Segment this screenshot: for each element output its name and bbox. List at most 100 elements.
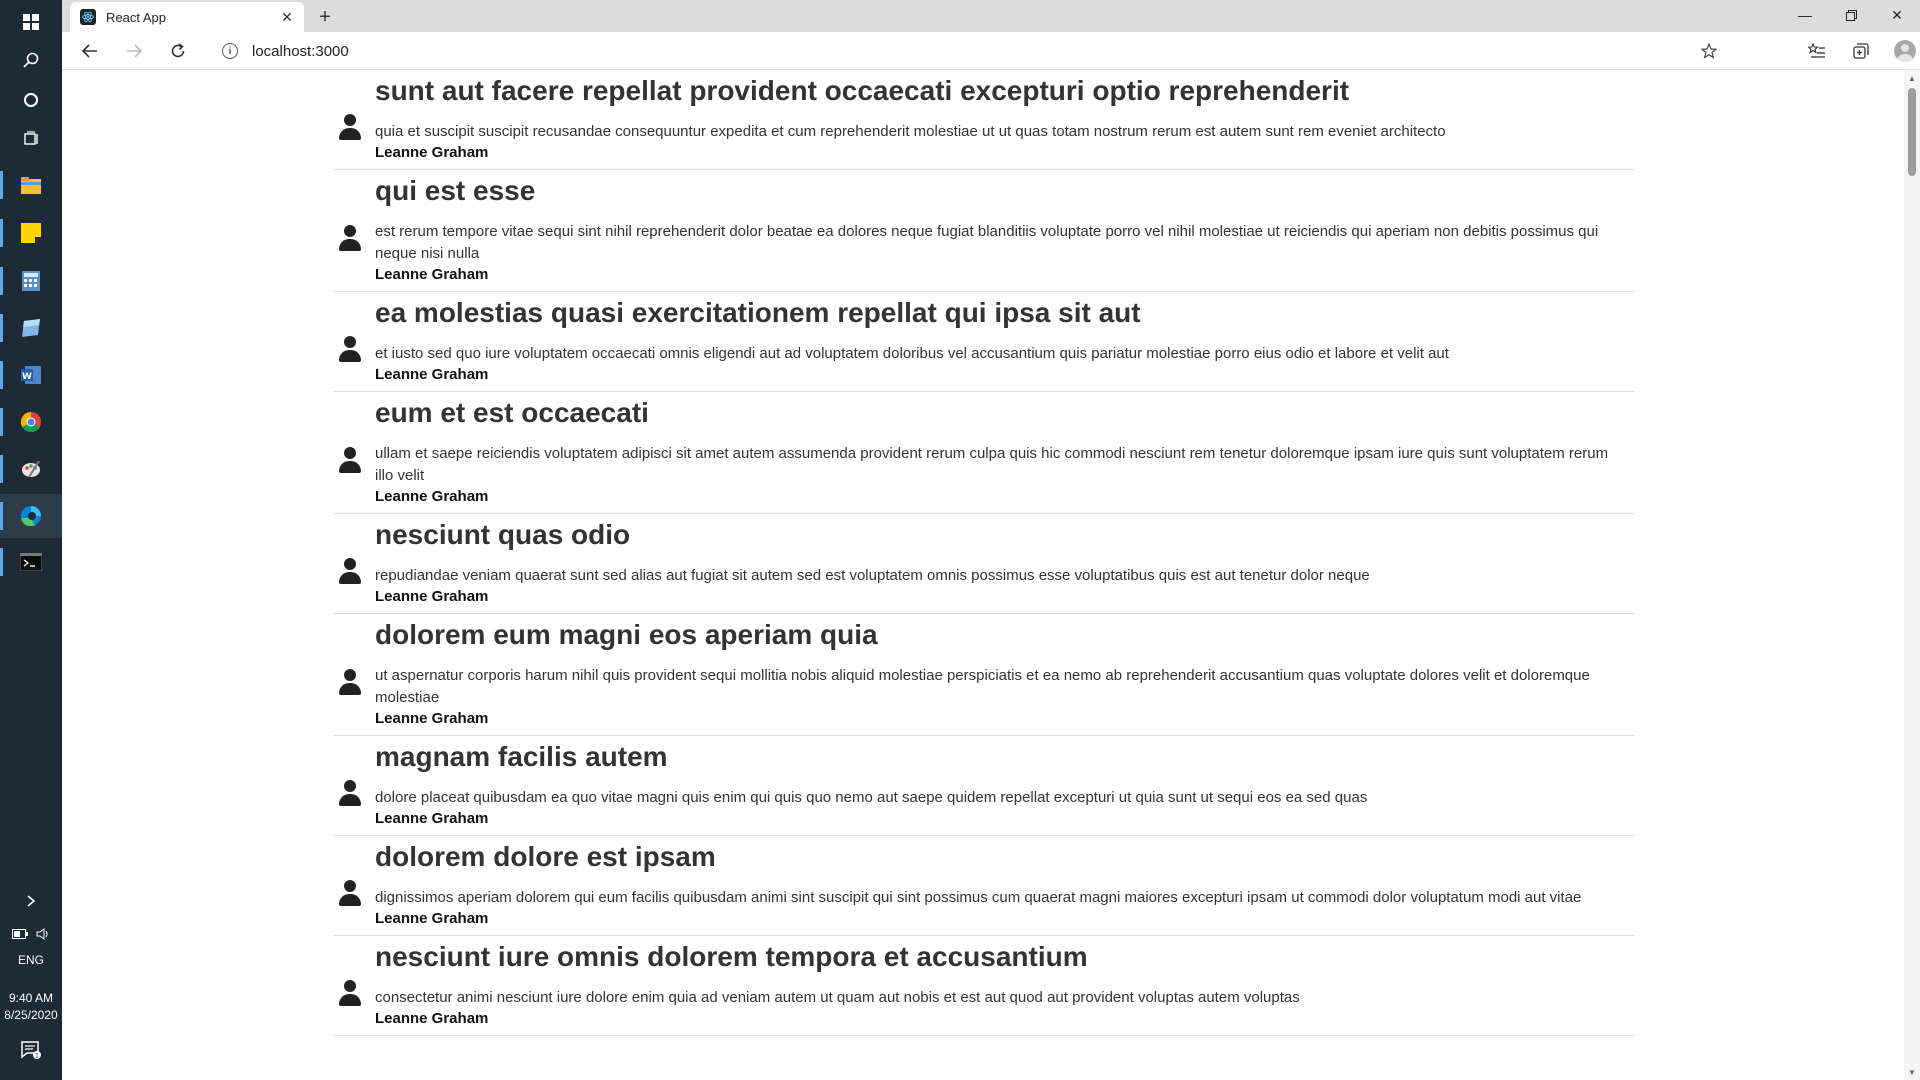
- user-icon: [338, 779, 362, 806]
- taskbar-terminal[interactable]: [0, 540, 62, 584]
- scroll-down-icon[interactable]: ▼: [1904, 1064, 1920, 1080]
- close-icon: ✕: [1891, 6, 1903, 23]
- taskbar-calculator[interactable]: [0, 259, 62, 303]
- post-body: ullam et saepe reiciendis voluptatem adi…: [375, 445, 1609, 484]
- battery-icon[interactable]: [12, 929, 28, 939]
- refresh-button[interactable]: [162, 36, 194, 66]
- post-item: nesciunt quas odio repudiandae veniam qua…: [334, 514, 1634, 614]
- volume-icon[interactable]: [36, 928, 50, 940]
- minimize-icon: —: [1798, 7, 1812, 23]
- action-center-button[interactable]: 1: [0, 1030, 62, 1070]
- user-icon: [338, 557, 362, 584]
- minimize-button[interactable]: —: [1782, 0, 1828, 30]
- arrow-left-icon: [82, 44, 97, 58]
- calculator-icon: [22, 271, 40, 291]
- taskbar-app[interactable]: [0, 306, 62, 350]
- post-body: ut aspernatur corporis harum nihil quis …: [375, 667, 1590, 706]
- post-title: nesciunt iure omnis dolorem tempora et a…: [375, 941, 1088, 972]
- sticky-note-icon: [21, 223, 41, 243]
- post-body: quia et suscipit suscipit recusandae con…: [375, 123, 1446, 140]
- post-item: qui est esse est rerum tempore vitae sequ…: [334, 170, 1634, 292]
- tab-react-app[interactable]: React App ✕: [70, 2, 304, 32]
- forward-button[interactable]: [118, 36, 150, 66]
- post-author: Leanne Graham: [375, 1010, 489, 1027]
- post-body: dolore placeat quibusdam ea quo vitae ma…: [375, 789, 1368, 806]
- collections-button[interactable]: [1844, 36, 1878, 66]
- new-tab-button[interactable]: +: [312, 4, 338, 30]
- taskbar: W ENG 9:40 AM 8/25/2020 1: [0, 0, 62, 1080]
- post-body: est rerum tempore vitae sequi sint nihil…: [375, 223, 1599, 262]
- paint-palette-icon: [22, 460, 40, 478]
- notification-icon: 1: [21, 1041, 41, 1059]
- user-icon: [338, 446, 362, 473]
- favorites-button[interactable]: [1800, 36, 1834, 66]
- clock-date[interactable]: 8/25/2020: [0, 1007, 62, 1023]
- taskbar-chrome[interactable]: [0, 400, 62, 444]
- arrow-right-icon: [127, 44, 142, 58]
- user-icon: [338, 979, 362, 1006]
- taskbar-sticky-notes[interactable]: [0, 211, 62, 255]
- star-icon: [1701, 43, 1717, 59]
- post-author: Leanne Graham: [375, 366, 489, 383]
- user-icon: [338, 668, 362, 695]
- browser-window: React App ✕ + — ✕ i localhost:3000 sunt …: [62, 0, 1920, 1080]
- input-language[interactable]: ENG: [0, 952, 62, 968]
- scroll-up-icon[interactable]: ▲: [1904, 70, 1920, 86]
- screen: W ENG 9:40 AM 8/25/2020 1 React App ✕ + …: [0, 0, 1920, 1080]
- info-icon[interactable]: i: [222, 43, 238, 59]
- taskbar-paint[interactable]: [0, 447, 62, 491]
- post-item: dolorem dolore est ipsam dignissimos aper…: [334, 836, 1634, 936]
- favorites-list-icon: [1808, 43, 1825, 58]
- user-icon: [338, 224, 362, 251]
- favorite-button[interactable]: [1692, 36, 1726, 66]
- profile-button[interactable]: [1888, 36, 1920, 66]
- post-body: et iusto sed quo iure voluptatem occaeca…: [375, 345, 1449, 362]
- task-view-icon: [24, 131, 38, 145]
- post-title: dolorem eum magni eos aperiam quia: [375, 619, 878, 650]
- tab-close-icon[interactable]: ✕: [278, 9, 296, 26]
- post-author: Leanne Graham: [375, 810, 489, 827]
- edge-icon: [21, 506, 41, 526]
- post-author: Leanne Graham: [375, 710, 489, 727]
- scrollbar-thumb[interactable]: [1908, 88, 1916, 176]
- post-author: Leanne Graham: [375, 910, 489, 927]
- post-author: Leanne Graham: [375, 144, 489, 161]
- cortana-icon: [24, 93, 38, 107]
- post-item: sunt aut facere repellat provident occae…: [334, 70, 1634, 170]
- system-tray: [12, 926, 52, 942]
- refresh-icon: [171, 43, 185, 58]
- post-body: repudiandae veniam quaerat sunt sed alia…: [375, 567, 1370, 584]
- post-author: Leanne Graham: [375, 266, 489, 283]
- post-author: Leanne Graham: [375, 488, 489, 505]
- svg-text:W: W: [22, 372, 32, 382]
- post-item: nesciunt iure omnis dolorem tempora et a…: [334, 936, 1634, 1036]
- tab-strip: React App ✕ + — ✕: [62, 0, 1920, 32]
- back-button[interactable]: [74, 36, 106, 66]
- app-tile-icon: [22, 319, 40, 337]
- post-title: ea molestias quasi exercitationem repell…: [375, 297, 1141, 328]
- user-icon: [338, 335, 362, 362]
- vertical-scrollbar[interactable]: ▲ ▼: [1904, 70, 1920, 1080]
- taskbar-word[interactable]: W: [0, 353, 62, 397]
- post-title: magnam facilis autem: [375, 741, 668, 772]
- url-text[interactable]: localhost:3000: [252, 43, 349, 60]
- user-icon: [338, 113, 362, 140]
- restore-button[interactable]: [1828, 0, 1874, 30]
- task-view-button[interactable]: [0, 117, 62, 161]
- post-title: qui est esse: [375, 175, 536, 206]
- cortana-button[interactable]: [0, 78, 62, 122]
- post-item: dolorem eum magni eos aperiam quia ut asp…: [334, 614, 1634, 736]
- clock-time[interactable]: 9:40 AM: [0, 990, 62, 1006]
- chevron-right-icon: [27, 895, 36, 907]
- restore-icon: [1845, 9, 1857, 21]
- address-bar[interactable]: i localhost:3000: [206, 36, 1796, 66]
- avatar: [1894, 40, 1916, 62]
- windows-icon: [23, 14, 39, 30]
- search-button[interactable]: [0, 38, 62, 82]
- search-icon: [23, 52, 39, 68]
- taskbar-file-explorer[interactable]: [0, 163, 62, 207]
- post-item: magnam facilis autem dolore placeat quibu…: [334, 736, 1634, 836]
- close-window-button[interactable]: ✕: [1874, 0, 1920, 30]
- taskbar-edge[interactable]: [0, 494, 62, 538]
- show-hidden-icons-button[interactable]: [0, 886, 62, 916]
